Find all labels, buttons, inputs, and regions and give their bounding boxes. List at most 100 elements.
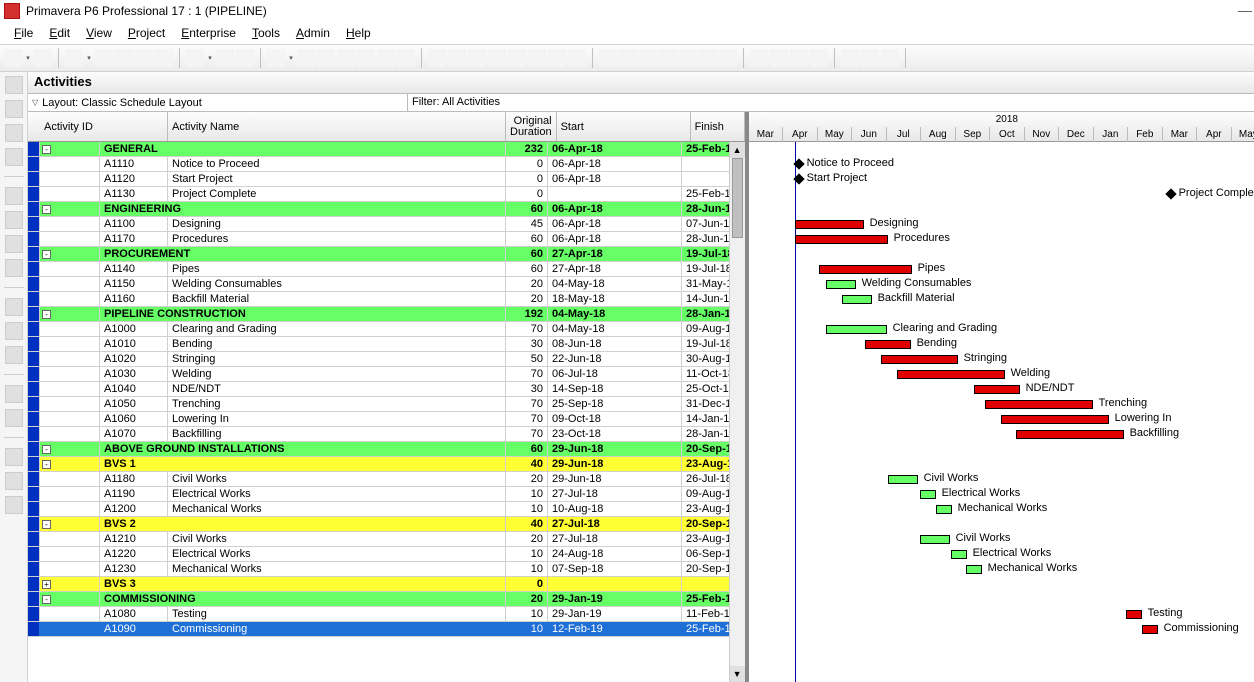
gantt-bar[interactable] — [865, 340, 911, 349]
cell-start[interactable]: 29-Jan-19 — [548, 607, 682, 621]
cell-start[interactable]: 27-Jul-18 — [548, 532, 682, 546]
wbs-row[interactable]: +BVS 30 — [28, 577, 745, 592]
cell-duration[interactable]: 232 — [506, 142, 548, 156]
cell-duration[interactable]: 20 — [506, 532, 548, 546]
cell-duration[interactable]: 60 — [506, 232, 548, 246]
gantt-bar[interactable] — [974, 385, 1020, 394]
cell-activity-id[interactable]: A1180 — [100, 472, 168, 486]
dict-icon[interactable] — [5, 496, 23, 514]
activity-row[interactable]: A1070Backfilling7023-Oct-1828-Jan-19 — [28, 427, 745, 442]
activity-row[interactable]: A1010Bending3008-Jun-1819-Jul-18 — [28, 337, 745, 352]
view5-icon[interactable] — [155, 49, 173, 67]
dropdown-arrow-icon[interactable]: ▾ — [206, 49, 214, 67]
scroll-up-arrow[interactable]: ▲ — [730, 142, 745, 158]
cell-activity-name[interactable]: NDE/NDT — [168, 382, 506, 396]
gantt-icon[interactable] — [297, 49, 315, 67]
wbs-row[interactable]: -ENGINEERING6006-Apr-1828-Jun-18 — [28, 202, 745, 217]
expand-cell[interactable]: + — [40, 577, 100, 591]
expand-cell[interactable]: - — [40, 307, 100, 321]
cell-activity-id[interactable]: A1090 — [100, 622, 168, 636]
cell-activity-name[interactable]: Designing — [168, 217, 506, 231]
cell-activity-id[interactable]: A1080 — [100, 607, 168, 621]
cell-start[interactable]: 06-Apr-18 — [548, 217, 682, 231]
cell-activity-name[interactable]: Backfilling — [168, 427, 506, 441]
cell-start[interactable]: 06-Jul-18 — [548, 367, 682, 381]
cell-wbs-name[interactable]: BVS 2 — [100, 517, 506, 531]
cell-activity-name[interactable]: Welding Consumables — [168, 277, 506, 291]
cell-duration[interactable]: 0 — [506, 187, 548, 201]
group-icon[interactable] — [468, 49, 486, 67]
gantt-bar[interactable] — [881, 355, 958, 364]
trace-icon[interactable] — [317, 49, 335, 67]
cell-duration[interactable]: 20 — [506, 592, 548, 606]
cell-activity-id[interactable]: A1050 — [100, 397, 168, 411]
collapse-icon[interactable]: - — [42, 460, 51, 469]
cell-wbs-name[interactable]: GENERAL — [100, 142, 506, 156]
gantt-bar[interactable] — [826, 325, 887, 334]
cell-duration[interactable]: 10 — [506, 562, 548, 576]
network-icon[interactable] — [337, 49, 355, 67]
cell-duration[interactable]: 30 — [506, 337, 548, 351]
scroll-thumb[interactable] — [732, 158, 743, 238]
gantt-bar[interactable] — [795, 235, 888, 244]
expenses-icon[interactable] — [5, 346, 23, 364]
gantt-bar[interactable] — [951, 550, 967, 559]
gantt-bar[interactable] — [795, 220, 864, 229]
cell-duration[interactable]: 10 — [506, 547, 548, 561]
collapse-icon[interactable]: - — [42, 595, 51, 604]
timescale-icon[interactable] — [528, 49, 546, 67]
spell-icon[interactable] — [216, 49, 234, 67]
preview-icon[interactable] — [34, 49, 52, 67]
progress-icon[interactable] — [548, 49, 566, 67]
cell-duration[interactable]: 0 — [506, 577, 548, 591]
print-icon[interactable] — [4, 49, 22, 67]
collapse-icon[interactable]: - — [42, 205, 51, 214]
wbs-row[interactable]: -ABOVE GROUND INSTALLATIONS6029-Jun-1820… — [28, 442, 745, 457]
cell-activity-id[interactable]: A1120 — [100, 172, 168, 186]
cell-activity-id[interactable]: A1150 — [100, 277, 168, 291]
gantt-bar[interactable] — [920, 535, 950, 544]
cell-duration[interactable]: 60 — [506, 262, 548, 276]
cell-start[interactable]: 29-Jun-18 — [548, 442, 682, 456]
cell-activity-id[interactable]: A1030 — [100, 367, 168, 381]
cell-activity-name[interactable]: Welding — [168, 367, 506, 381]
nav-icon[interactable] — [750, 49, 768, 67]
expand-cell[interactable]: - — [40, 517, 100, 531]
wbs-row[interactable]: -PIPELINE CONSTRUCTION19204-May-1828-Jan… — [28, 307, 745, 322]
link-icon[interactable] — [719, 49, 737, 67]
expand-cell[interactable]: - — [40, 142, 100, 156]
collapse-icon[interactable]: - — [42, 445, 51, 454]
cell-start[interactable]: 09-Oct-18 — [548, 412, 682, 426]
report-icon[interactable] — [377, 49, 395, 67]
cell-activity-name[interactable]: Pipes — [168, 262, 506, 276]
gantt-bar[interactable] — [897, 370, 1005, 379]
expand-cell[interactable]: - — [40, 457, 100, 471]
cell-start[interactable] — [548, 577, 682, 591]
activity-row[interactable]: A1170Procedures6006-Apr-1828-Jun-18 — [28, 232, 745, 247]
zoom-in-icon[interactable] — [770, 49, 788, 67]
gantt-bar[interactable] — [966, 565, 982, 574]
cell-duration[interactable]: 10 — [506, 487, 548, 501]
dropdown-arrow-icon[interactable]: ▾ — [24, 49, 32, 67]
expand-cell[interactable]: - — [40, 202, 100, 216]
cell-start[interactable]: 23-Oct-18 — [548, 427, 682, 441]
schedule-icon[interactable] — [599, 49, 617, 67]
minimize-button[interactable]: — — [1238, 2, 1252, 18]
col-finish[interactable]: Finish — [691, 112, 745, 141]
cell-start[interactable]: 06-Apr-18 — [548, 202, 682, 216]
expand-icon[interactable]: + — [42, 580, 51, 589]
cell-activity-id[interactable]: A1160 — [100, 292, 168, 306]
columns-icon[interactable] — [428, 49, 446, 67]
resources-icon[interactable] — [5, 100, 23, 118]
docs-icon[interactable] — [5, 322, 23, 340]
steps-icon[interactable] — [5, 385, 23, 403]
activity-row[interactable]: A1200Mechanical Works1010-Aug-1823-Aug-1… — [28, 502, 745, 517]
gantt-bar[interactable] — [1001, 415, 1109, 424]
assignments-icon[interactable] — [5, 211, 23, 229]
menu-help[interactable]: Help — [340, 24, 377, 42]
cell-duration[interactable]: 20 — [506, 292, 548, 306]
col-activity-id[interactable]: Activity ID — [40, 112, 168, 141]
dep-icon[interactable] — [639, 49, 657, 67]
activity-row[interactable]: A1140Pipes6027-Apr-1819-Jul-18 — [28, 262, 745, 277]
activity-row[interactable]: A1130Project Complete025-Feb-19 — [28, 187, 745, 202]
